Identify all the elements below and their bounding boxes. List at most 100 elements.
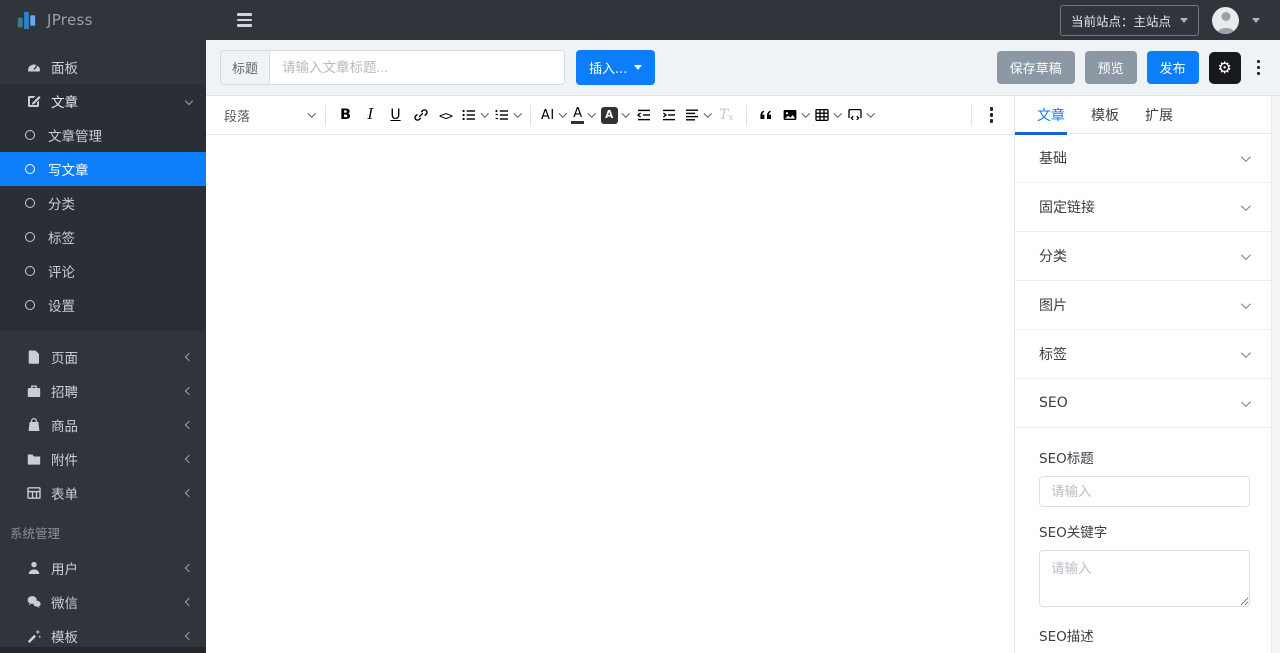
tab-article[interactable]: 文章 [1037, 96, 1065, 133]
clear-format-button[interactable]: Tx [714, 102, 739, 129]
sidebar-group-article: 文章 文章管理 写文章 分类 标签 评论 设置 [0, 84, 206, 331]
sidebar-section-system: 系统管理 [10, 526, 61, 541]
circle-icon [25, 232, 35, 242]
chevron-down-icon [704, 109, 712, 118]
chevron-down-icon [184, 96, 194, 106]
sidebar-item-article-settings[interactable]: 设置 [0, 288, 206, 322]
dashboard-icon [25, 59, 42, 75]
sidebar-item-user[interactable]: 用户 [0, 551, 206, 585]
chevron-left-icon [184, 420, 194, 430]
circle-icon [25, 198, 35, 208]
sidebar-item-tag[interactable]: 标签 [0, 220, 206, 254]
sidebar-item-form[interactable]: 表单 [0, 476, 206, 510]
magic-wand-icon [25, 628, 42, 644]
active-tab-underline [1015, 131, 1067, 135]
blockquote-button[interactable] [754, 102, 779, 129]
code-block-icon [848, 108, 862, 121]
save-draft-button[interactable]: 保存草稿 [996, 51, 1075, 84]
ai-menu-button[interactable]: AI [538, 102, 568, 129]
circle-icon [25, 266, 35, 276]
seo-keywords-textarea[interactable] [1039, 550, 1250, 607]
chevron-down-icon [1240, 200, 1251, 211]
accordion-category[interactable]: 分类 [1015, 232, 1271, 281]
sidebar-item-write-article[interactable]: 写文章 [0, 152, 206, 186]
outdent-button[interactable] [631, 102, 656, 129]
table-grid-icon [25, 485, 42, 501]
sidebar-item-job[interactable]: 招聘 [0, 374, 206, 408]
indent-button[interactable] [656, 102, 681, 129]
chevron-down-icon [1180, 17, 1188, 23]
sidebar-item-article-manage[interactable]: 文章管理 [0, 118, 206, 152]
jpress-logo-icon [17, 11, 36, 29]
preview-button[interactable]: 预览 [1084, 51, 1137, 84]
circle-icon [25, 130, 35, 140]
panel-tabs: 文章 模板 扩展 [1015, 96, 1271, 135]
font-color-button[interactable]: A [568, 102, 598, 129]
article-title-input[interactable] [269, 50, 565, 85]
user-menu-caret-icon[interactable] [1252, 17, 1260, 23]
paragraph-style-select[interactable]: 段落 [216, 102, 318, 129]
chevron-down-icon [588, 109, 596, 118]
italic-button[interactable]: I [358, 102, 383, 129]
underline-button[interactable]: U [383, 102, 408, 129]
highlight-color-button[interactable]: A [598, 102, 632, 129]
align-icon [686, 109, 699, 121]
seo-title-label: SEO标题 [1039, 451, 1094, 467]
more-options-kebab-button[interactable] [1251, 55, 1266, 80]
shopping-bag-icon [25, 417, 42, 433]
chevron-left-icon [184, 386, 194, 396]
tab-template[interactable]: 模板 [1091, 96, 1119, 133]
chevron-down-icon [307, 109, 316, 118]
insert-dropdown-button[interactable]: 插入... [576, 50, 656, 85]
editor-content[interactable] [206, 135, 1014, 653]
insert-table-button[interactable] [811, 102, 844, 129]
brand[interactable]: JPress [0, 9, 206, 32]
align-button[interactable] [681, 102, 714, 129]
brand-name: JPress [47, 11, 93, 29]
gear-icon: ⚙ [1217, 57, 1232, 77]
ordered-list-icon [495, 109, 508, 120]
publish-button[interactable]: 发布 [1146, 51, 1199, 84]
sidebar-item-category[interactable]: 分类 [0, 186, 206, 220]
sidebar-item-wechat[interactable]: 微信 [0, 585, 206, 619]
sidebar-item-article[interactable]: 文章 [0, 84, 206, 118]
accordion-tags[interactable]: 标签 [1015, 330, 1271, 379]
seo-keywords-label: SEO关键字 [1039, 525, 1108, 541]
avatar[interactable] [1212, 6, 1239, 34]
sidebar-item-template[interactable]: 模板 [0, 619, 206, 653]
panel-scrollbar[interactable] [1271, 96, 1280, 653]
folder-icon [25, 451, 42, 467]
chevron-down-icon [801, 109, 810, 118]
sidebar-item-attachment[interactable]: 附件 [0, 442, 206, 476]
sidebar-toggle-button[interactable] [233, 9, 256, 30]
insert-code-block-button[interactable] [844, 102, 877, 129]
inline-code-button[interactable]: <> [433, 102, 458, 129]
accordion-basic[interactable]: 基础 [1015, 134, 1271, 183]
bullet-list-button[interactable] [458, 102, 491, 129]
blockquote-icon [760, 110, 772, 119]
sidebar-item-dashboard[interactable]: 面板 [0, 50, 206, 84]
ordered-list-button[interactable] [491, 102, 524, 129]
site-selector-button[interactable]: 当前站点：主站点 [1059, 4, 1199, 36]
outdent-icon [636, 109, 650, 121]
sidebar-item-page[interactable]: 页面 [0, 340, 206, 374]
seo-description-label: SEO描述 [1039, 629, 1094, 645]
accordion-image[interactable]: 图片 [1015, 281, 1271, 330]
link-button[interactable] [408, 102, 433, 129]
main-area: 标题 插入... 保存草稿 预览 发布 ⚙ [206, 40, 1280, 653]
accordion-permalink[interactable]: 固定链接 [1015, 183, 1271, 232]
tab-extension[interactable]: 扩展 [1145, 96, 1173, 133]
settings-gear-button[interactable]: ⚙ [1208, 51, 1241, 84]
sidebar-item-product[interactable]: 商品 [0, 408, 206, 442]
sidebar-item-comment[interactable]: 评论 [0, 254, 206, 288]
toolbar-more-button[interactable] [979, 102, 1004, 129]
chevron-left-icon [184, 352, 194, 362]
briefcase-icon [25, 383, 42, 399]
editor-area: 段落 B I U <> AI A A T x [206, 96, 1014, 653]
seo-title-input[interactable] [1039, 476, 1250, 507]
kebab-icon [989, 107, 994, 123]
insert-image-button[interactable] [779, 102, 812, 129]
bold-button[interactable]: B [333, 102, 358, 129]
accordion-seo[interactable]: SEO [1015, 379, 1271, 428]
toolbar-divider [971, 104, 972, 126]
